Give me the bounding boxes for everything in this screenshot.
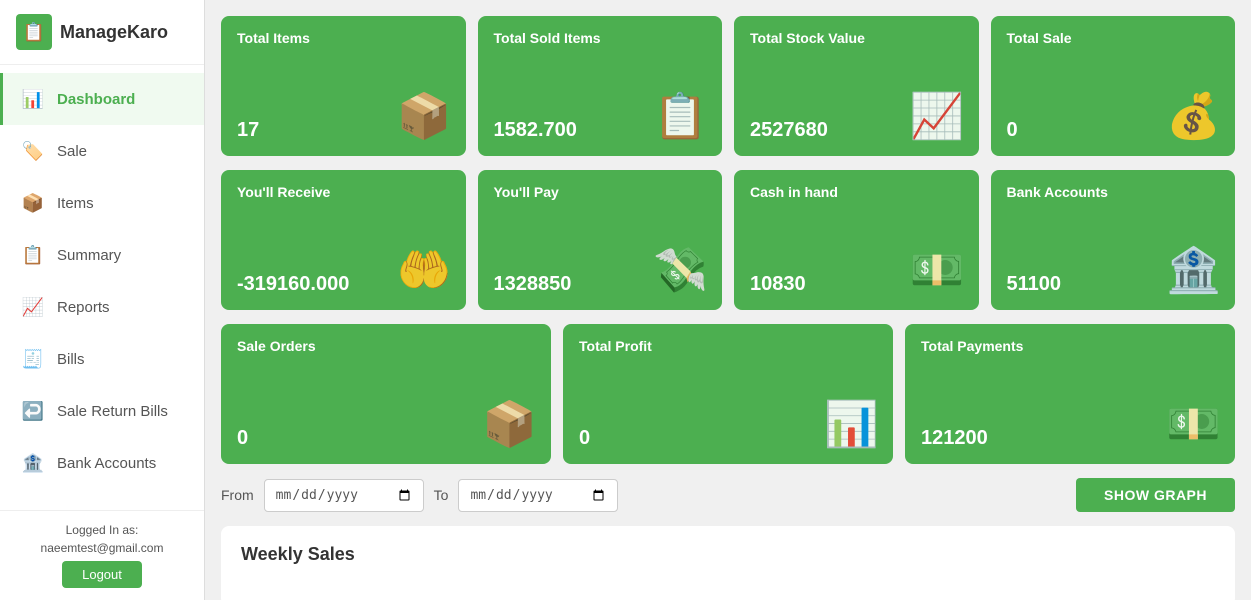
stat-icon: 📦: [482, 398, 537, 450]
sidebar-item-label: Items: [57, 195, 94, 212]
stat-card-total-items: Total Items 17 📦: [221, 16, 466, 156]
logout-button[interactable]: Logout: [62, 561, 142, 588]
stat-card-total-stock-value: Total Stock Value 2527680 📈: [734, 16, 979, 156]
stat-card-bank-accounts: Bank Accounts 51100 🏦: [991, 170, 1236, 310]
summary-icon: 📋: [19, 241, 47, 269]
sidebar-bottom: Logged In as: naeemtest@gmail.com Logout: [0, 510, 204, 600]
sidebar-item-label: Summary: [57, 247, 121, 264]
dashboard-icon: 📊: [19, 85, 47, 113]
stats-row-3: Sale Orders 0 📦 Total Profit 0 📊 Total P…: [221, 324, 1235, 464]
sidebar-item-label: Bank Accounts: [57, 455, 156, 472]
stat-icon: 📈: [910, 90, 965, 142]
stat-title: Total Stock Value: [750, 30, 963, 46]
from-date-input[interactable]: [264, 479, 424, 512]
to-label: To: [434, 487, 449, 503]
sidebar-item-sale[interactable]: 🏷️ Sale: [0, 125, 204, 177]
stat-card-total-sold-items: Total Sold Items 1582.700 📋: [478, 16, 723, 156]
from-label: From: [221, 487, 254, 503]
stat-icon: 💰: [1166, 90, 1221, 142]
stats-row-2: You'll Receive -319160.000 🤲 You'll Pay …: [221, 170, 1235, 310]
sale-icon: 🏷️: [19, 137, 47, 165]
stat-title: You'll Receive: [237, 184, 450, 200]
sidebar-item-label: Sale: [57, 143, 87, 160]
stat-card-sale-orders: Sale Orders 0 📦: [221, 324, 551, 464]
stat-icon: 💵: [910, 244, 965, 296]
stat-title: Total Items: [237, 30, 450, 46]
stat-icon: 💵: [1166, 398, 1221, 450]
sidebar-nav: 📊 Dashboard 🏷️ Sale 📦 Items 📋 Summary 📈 …: [0, 65, 204, 510]
stat-title: Bank Accounts: [1007, 184, 1220, 200]
bank-icon: 🏦: [19, 449, 47, 477]
sidebar-item-sale-return-bills[interactable]: ↩️ Sale Return Bills: [0, 385, 204, 437]
stat-icon: 📊: [824, 398, 879, 450]
sidebar-item-label: Dashboard: [57, 91, 135, 108]
reports-icon: 📈: [19, 293, 47, 321]
sale-return-icon: ↩️: [19, 397, 47, 425]
to-date-input[interactable]: [458, 479, 618, 512]
sidebar-item-reports[interactable]: 📈 Reports: [0, 281, 204, 333]
weekly-sales-title: Weekly Sales: [241, 544, 355, 564]
stat-title: Total Profit: [579, 338, 877, 354]
sidebar-item-label: Sale Return Bills: [57, 403, 168, 420]
sidebar-item-bank-accounts[interactable]: 🏦 Bank Accounts: [0, 437, 204, 489]
filter-row: From To SHOW GRAPH: [221, 478, 1235, 512]
stat-title: You'll Pay: [494, 184, 707, 200]
sidebar-item-summary[interactable]: 📋 Summary: [0, 229, 204, 281]
stat-card-cash-in-hand: Cash in hand 10830 💵: [734, 170, 979, 310]
stat-title: Sale Orders: [237, 338, 535, 354]
sidebar-item-label: Reports: [57, 299, 110, 316]
main-content: Total Items 17 📦 Total Sold Items 1582.7…: [205, 0, 1251, 600]
app-name: ManageKaro: [60, 22, 168, 43]
stat-icon: 🏦: [1166, 244, 1221, 296]
stat-icon: 📦: [397, 90, 452, 142]
sidebar-item-dashboard[interactable]: 📊 Dashboard: [0, 73, 204, 125]
stat-card-youll-pay: You'll Pay 1328850 💸: [478, 170, 723, 310]
stats-row-1: Total Items 17 📦 Total Sold Items 1582.7…: [221, 16, 1235, 156]
logged-in-label: Logged In as:: [16, 523, 188, 537]
stat-card-total-profit: Total Profit 0 📊: [563, 324, 893, 464]
stat-icon: 🤲: [397, 244, 452, 296]
stat-card-youll-receive: You'll Receive -319160.000 🤲: [221, 170, 466, 310]
show-graph-button[interactable]: SHOW GRAPH: [1076, 478, 1235, 512]
stat-title: Cash in hand: [750, 184, 963, 200]
sidebar: 📋 ManageKaro 📊 Dashboard 🏷️ Sale 📦 Items…: [0, 0, 205, 600]
sidebar-item-items[interactable]: 📦 Items: [0, 177, 204, 229]
logo-area: 📋 ManageKaro: [0, 0, 204, 65]
user-email: naeemtest@gmail.com: [16, 541, 188, 555]
stat-card-total-payments: Total Payments 121200 💵: [905, 324, 1235, 464]
bills-icon: 🧾: [19, 345, 47, 373]
stat-title: Total Payments: [921, 338, 1219, 354]
stat-icon: 📋: [653, 90, 708, 142]
stat-card-total-sale: Total Sale 0 💰: [991, 16, 1236, 156]
stat-title: Total Sale: [1007, 30, 1220, 46]
weekly-sales-card: Weekly Sales: [221, 526, 1235, 600]
logo-icon: 📋: [16, 14, 52, 50]
sidebar-item-label: Bills: [57, 351, 85, 368]
stat-icon: 💸: [653, 244, 708, 296]
sidebar-item-bills[interactable]: 🧾 Bills: [0, 333, 204, 385]
items-icon: 📦: [19, 189, 47, 217]
stat-title: Total Sold Items: [494, 30, 707, 46]
